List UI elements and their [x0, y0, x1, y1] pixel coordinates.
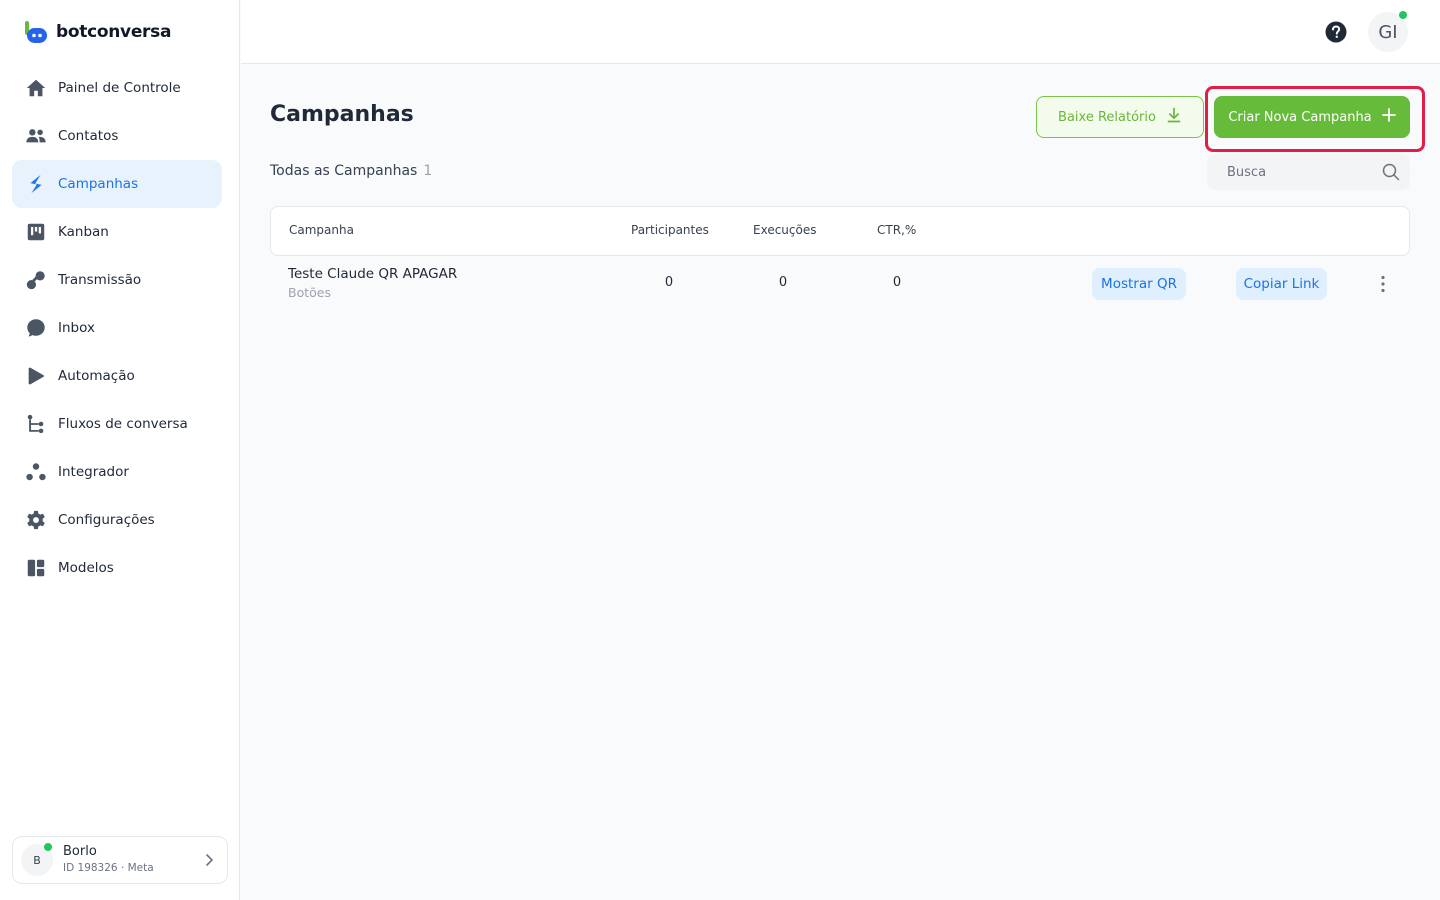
sidebar-item-label: Modelos: [58, 560, 114, 576]
search-icon[interactable]: [1382, 163, 1400, 181]
sidebar: botconversa Painel de Controle Contatos …: [0, 0, 240, 900]
account-switcher[interactable]: B Borlo ID 198326 · Meta: [12, 836, 228, 884]
download-icon: [1166, 107, 1182, 127]
home-icon: [24, 76, 48, 100]
botconversa-logo-icon: [24, 20, 48, 44]
sidebar-item-label: Painel de Controle: [58, 80, 181, 96]
chat-bubble-icon: [24, 316, 48, 340]
help-icon[interactable]: [1325, 21, 1347, 43]
templates-icon: [24, 556, 48, 580]
column-header-execucoes: Execuções: [753, 223, 817, 237]
sidebar-item-transmissao[interactable]: Transmissão: [12, 256, 222, 304]
sidebar-item-modelos[interactable]: Modelos: [12, 544, 222, 592]
column-header-ctr: CTR,%: [877, 223, 917, 237]
integrator-icon: [24, 460, 48, 484]
sidebar-item-label: Transmissão: [58, 272, 142, 288]
show-qr-button[interactable]: Mostrar QR: [1092, 268, 1186, 300]
brand-name: botconversa: [56, 22, 172, 42]
campaigns-subtitle: Todas as Campanhas 1: [270, 163, 432, 179]
download-report-label: Baixe Relatório: [1058, 109, 1156, 125]
campaigns-subtitle-label: Todas as Campanhas: [270, 163, 418, 179]
sidebar-item-campanhas[interactable]: Campanhas: [12, 160, 222, 208]
ctr-value: 0: [892, 275, 902, 290]
page-title: Campanhas: [270, 102, 414, 127]
account-name: Borlo: [63, 844, 97, 859]
user-initials: GI: [1378, 21, 1398, 43]
account-id: ID 198326 · Meta: [63, 862, 154, 874]
automation-icon: [24, 364, 48, 388]
table-header: Campanha Participantes Execuções CTR,%: [270, 206, 1410, 256]
account-info: Borlo ID 198326 · Meta: [63, 844, 201, 876]
gear-icon: [24, 508, 48, 532]
chevron-right-icon: [201, 852, 217, 868]
sidebar-item-kanban[interactable]: Kanban: [12, 208, 222, 256]
user-avatar[interactable]: GI: [1368, 11, 1408, 52]
create-campaign-label: Criar Nova Campanha: [1228, 109, 1372, 125]
plus-icon: [1381, 108, 1396, 126]
sidebar-item-fluxos-de-conversa[interactable]: Fluxos de conversa: [12, 400, 222, 448]
download-report-button[interactable]: Baixe Relatório: [1036, 96, 1204, 138]
kanban-icon: [24, 220, 48, 244]
sidebar-item-contatos[interactable]: Contatos: [12, 112, 222, 160]
broadcast-icon: [24, 268, 48, 292]
campaign-name[interactable]: Teste Claude QR APAGAR: [288, 266, 457, 282]
column-header-campanha: Campanha: [289, 223, 354, 237]
sidebar-item-label: Integrador: [58, 464, 129, 480]
flow-icon: [24, 412, 48, 436]
campaign-type: Botões: [288, 285, 331, 300]
column-header-participantes: Participantes: [631, 223, 709, 237]
sidebar-item-label: Fluxos de conversa: [58, 416, 188, 432]
search-box: [1207, 154, 1410, 190]
create-campaign-button[interactable]: Criar Nova Campanha: [1214, 96, 1410, 138]
online-status-dot: [44, 843, 52, 851]
more-options-icon[interactable]: [1374, 274, 1392, 294]
online-status-dot: [1399, 11, 1407, 19]
copy-link-button[interactable]: Copiar Link: [1236, 268, 1327, 300]
sidebar-item-integrador[interactable]: Integrador: [12, 448, 222, 496]
brand-logo[interactable]: botconversa: [24, 20, 171, 44]
users-icon: [24, 124, 48, 148]
account-initial: B: [33, 853, 41, 867]
campaign-count: 1: [423, 163, 433, 179]
sidebar-nav: Painel de Controle Contatos Campanhas Ka…: [12, 64, 222, 592]
sidebar-item-label: Automação: [58, 368, 135, 384]
sidebar-item-automacao[interactable]: Automação: [12, 352, 222, 400]
table-row[interactable]: Teste Claude QR APAGAR Botões 0 0 0 Most…: [270, 256, 1410, 312]
sidebar-item-label: Contatos: [58, 128, 119, 144]
account-avatar: B: [21, 843, 53, 876]
sidebar-item-label: Configurações: [58, 512, 155, 528]
sidebar-item-label: Campanhas: [58, 176, 139, 192]
sidebar-item-configuracoes[interactable]: Configurações: [12, 496, 222, 544]
sidebar-item-painel-de-controle[interactable]: Painel de Controle: [12, 64, 222, 112]
top-bar: GI: [241, 0, 1440, 64]
sidebar-item-label: Kanban: [58, 224, 109, 240]
sidebar-item-label: Inbox: [58, 320, 95, 336]
participants-value: 0: [664, 275, 674, 290]
search-input[interactable]: [1207, 154, 1410, 190]
sidebar-item-inbox[interactable]: Inbox: [12, 304, 222, 352]
lightning-icon: [24, 172, 48, 196]
executions-value: 0: [778, 275, 788, 290]
